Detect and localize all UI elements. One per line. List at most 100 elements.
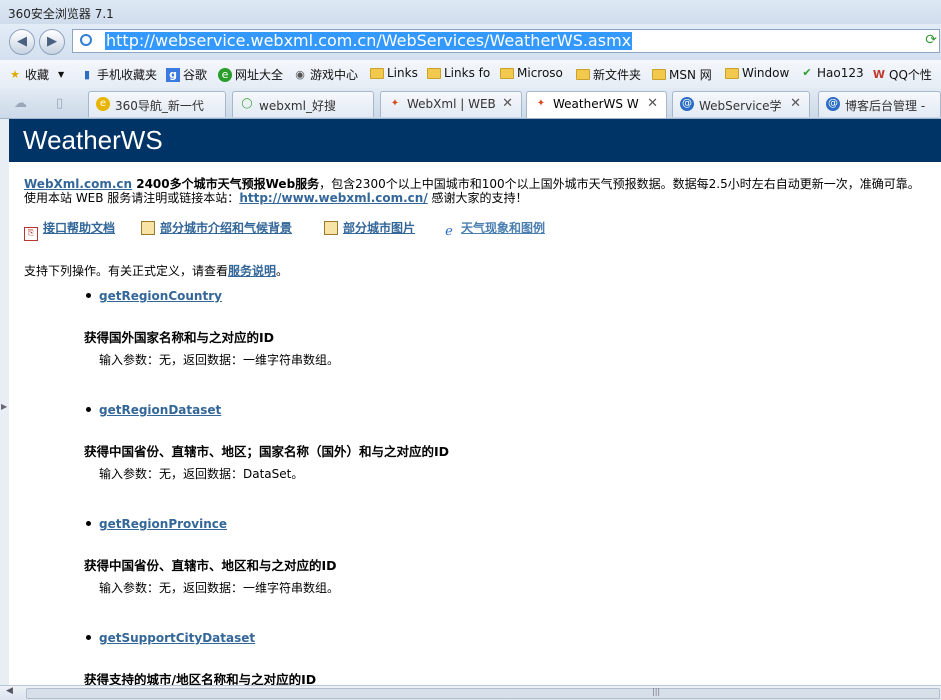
intro-thanks: 感谢大家的支持！ [427, 191, 528, 205]
doc-link-city-intro[interactable]: 部分城市介绍和气候背景 [141, 219, 292, 236]
intro-bold: 2400多个城市天气预报Web服务 [132, 177, 320, 191]
doc-link-weather-legend[interactable]: ℯ 天气现象和图例 [442, 219, 545, 239]
tab-label: webxml_好搜 [259, 99, 336, 113]
webxml-icon: ✦ [536, 98, 546, 109]
360-icon: e [96, 97, 110, 111]
operation-link[interactable]: getRegionDataset [99, 403, 221, 417]
support-suffix: 。 [276, 264, 289, 278]
forward-arrow-icon[interactable]: ▶ [39, 29, 65, 55]
bookmark-links[interactable]: Links [370, 66, 418, 80]
bullet-icon [86, 407, 91, 412]
tab-label: WebService学 [699, 99, 782, 113]
support-prefix: 支持下列操作。有关正式定义，请查看 [24, 264, 229, 278]
address-bar[interactable]: http://webservice.webxml.com.cn/WebServi… [72, 29, 940, 53]
operation-params: 输入参数：无，返回数据：一维字符串数组。 [99, 581, 340, 595]
bookmark-label: QQ个性 [889, 68, 932, 82]
window-title: 360安全浏览器 7.1 [8, 7, 114, 21]
google-icon: g [166, 67, 180, 82]
bookmark-label: 手机收藏夹 [97, 68, 158, 82]
doc-link-city-pictures[interactable]: 部分城市图片 [324, 219, 415, 236]
operation-params: 输入参数：无，返回数据：DataSet。 [99, 467, 304, 481]
doc-link-api-help[interactable]: ⎘ 接口帮助文档 [24, 219, 115, 241]
url-text[interactable]: http://webservice.webxml.com.cn/WebServi… [105, 32, 633, 50]
bookmark-url-directory[interactable]: e 网址大全 [218, 66, 283, 83]
close-icon[interactable]: ✕ [790, 96, 801, 111]
scroll-left-icon[interactable]: ◀ [6, 686, 13, 696]
bookmark-hao123[interactable]: ✔ Hao123 [800, 66, 864, 80]
bookmark-windows[interactable]: Window [725, 66, 789, 80]
operation-description: 获得中国省份、直辖市、地区和与之对应的ID [84, 558, 337, 573]
service-description-link[interactable]: 服务说明 [228, 264, 276, 278]
doc-link-label: 部分城市图片 [343, 221, 416, 235]
bookmark-new-folder[interactable]: 新文件夹 [576, 66, 641, 83]
bookmark-msn[interactable]: MSN 网 [652, 66, 712, 83]
bullet-icon [86, 521, 91, 526]
tab-360-nav[interactable]: e 360导航_新一代 [88, 91, 226, 117]
bookmark-label: Links fo [444, 66, 491, 80]
window-titlebar: 360安全浏览器 7.1 [0, 0, 941, 24]
360-icon: e [218, 67, 232, 82]
bookmark-label: 收藏 [25, 68, 50, 82]
ie-icon: ℯ [445, 224, 453, 239]
expand-arrow-icon[interactable]: ▶ [1, 402, 7, 411]
folder-icon [370, 67, 384, 79]
operation-link[interactable]: getRegionCountry [99, 289, 222, 303]
bookmark-microsoft[interactable]: Microso [500, 66, 563, 80]
tab-webxml-search[interactable]: ◯ webxml_好搜 [232, 91, 374, 117]
search-engine-icon: ◯ [241, 98, 253, 109]
close-icon[interactable]: ✕ [502, 96, 513, 111]
intro-desc: ，包含2300个以上中国城市和100个以上国外城市天气预报数据。数据每2.5小时… [319, 177, 920, 191]
scrollbar-thumb[interactable] [26, 688, 940, 699]
operation-description: 获得支持的城市/地区名称和与之对应的ID [84, 672, 317, 685]
tab-webservice-blog[interactable]: @ WebService学 ✕ [672, 91, 810, 117]
doc-link-label: 天气现象和图例 [461, 221, 546, 235]
bookmark-favorites[interactable]: ★ 收藏 ▼ [8, 66, 64, 83]
back-arrow-icon[interactable]: ◀ [9, 29, 35, 55]
close-icon[interactable]: ✕ [647, 96, 658, 111]
bookmark-label: Window [742, 66, 790, 80]
webxml-home-link[interactable]: http://www.webxml.com.cn/ [239, 191, 427, 205]
horizontal-scrollbar[interactable]: ◀ ||| [0, 685, 941, 700]
document-icon [324, 221, 338, 235]
folder-icon [652, 69, 666, 80]
bookmark-label: 新文件夹 [593, 68, 642, 82]
bookmark-game-center[interactable]: ◉ 游戏中心 [293, 66, 358, 83]
tab-webxml-web[interactable]: ✦ WebXml | WEB ✕ [380, 91, 522, 117]
folder-icon [500, 67, 514, 79]
bookmark-label: MSN 网 [669, 68, 712, 82]
tab-label: WeatherWS W [553, 97, 639, 111]
operation-description: 获得国外国家名称和与之对应的ID [84, 330, 275, 345]
operation-link[interactable]: getSupportCityDataset [99, 631, 255, 645]
tab-strip: ☁ ▯ e 360导航_新一代 ◯ webxml_好搜 ✦ WebXml | W… [0, 88, 941, 119]
bookmark-label: 网址大全 [235, 68, 284, 82]
bookmark-qq[interactable]: W QQ个性 [872, 66, 932, 83]
folder-icon [725, 67, 739, 79]
bookmark-links-for[interactable]: Links fo [427, 66, 490, 80]
phone-icon: ▮ [83, 67, 91, 81]
bookmark-label: 游戏中心 [310, 68, 359, 82]
site-link[interactable]: WebXml.com.cn [24, 177, 132, 191]
bookmark-label: Links [387, 66, 418, 80]
bookmark-label: Hao123 [817, 66, 864, 80]
bookmark-mobile[interactable]: ▮ 手机收藏夹 [80, 66, 157, 83]
operation-link[interactable]: getRegionProvince [99, 517, 227, 531]
bookmark-label: 谷歌 [183, 68, 208, 82]
bullet-icon [86, 635, 91, 640]
grip-icon: ||| [652, 687, 661, 696]
webxml-icon: ✦ [390, 98, 400, 109]
support-text: 支持下列操作。有关正式定义，请查看服务说明。 [24, 262, 288, 279]
bookmarks-bar: ★ 收藏 ▼ ▮ 手机收藏夹 g 谷歌 e 网址大全 ◉ 游戏中心 Links … [0, 60, 941, 88]
star-icon: ★ [10, 67, 20, 81]
pdf-icon: ⎘ [24, 227, 38, 241]
bookmark-google[interactable]: g 谷歌 [166, 66, 207, 83]
intro-text: WebXml.com.cn 2400多个城市天气预报Web服务，包含2300个以… [24, 177, 939, 205]
operation-description: 获得中国省份、直辖市、地区；国家名称（国外）和与之对应的ID [84, 444, 450, 459]
tab-weatherws[interactable]: ✦ WeatherWS W ✕ [526, 91, 667, 118]
navigation-bar: ◀ ▶ http://webservice.webxml.com.cn/WebS… [0, 24, 941, 60]
phone-icon[interactable]: ▯ [56, 96, 63, 111]
chevron-down-icon[interactable]: ▼ [58, 70, 64, 79]
hao123-icon: ✔ [802, 66, 812, 79]
refresh-icon[interactable]: ⟳ [925, 32, 937, 48]
tab-blog-admin[interactable]: @ 博客后台管理 - [818, 91, 941, 117]
cloud-icon[interactable]: ☁ [14, 96, 27, 111]
